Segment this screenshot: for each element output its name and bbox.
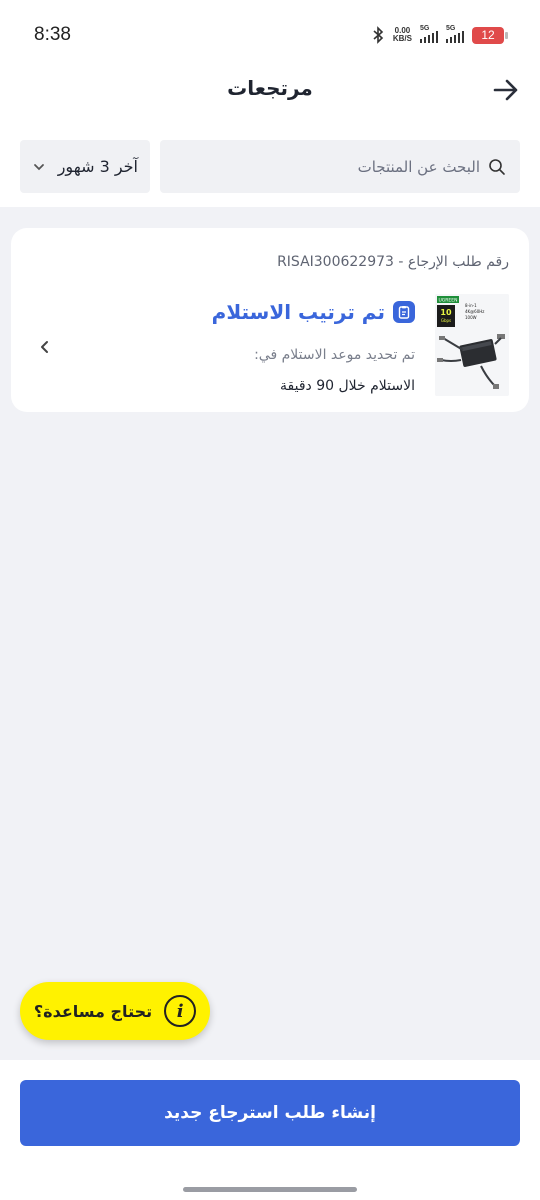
signal-icon: 5G <box>420 25 438 43</box>
filters-bar: آخر 3 شهور <box>0 130 540 207</box>
back-arrow-icon <box>493 79 518 101</box>
product-spec-2: 4K@60Hz <box>465 309 484 314</box>
product-badge-sub: Gbps <box>441 318 451 323</box>
clipboard-icon <box>393 301 415 323</box>
return-status: تم ترتيب الاستلام <box>212 300 415 324</box>
app-header: مرتجعات <box>0 70 540 130</box>
search-input[interactable] <box>180 157 480 176</box>
search-icon <box>489 158 505 175</box>
help-button[interactable]: i تحتاج مساعدة؟ <box>20 982 210 1040</box>
battery-icon: 12 <box>472 26 508 44</box>
status-title: تم ترتيب الاستلام <box>211 300 385 324</box>
signal-2-label: 5G <box>446 25 456 32</box>
page-title: مرتجعات <box>227 76 313 100</box>
signal-1-label: 5G <box>420 25 430 32</box>
status-icons: 0.00 KB/S 5G 5G 12 <box>371 25 508 44</box>
status-subtitle: تم تحديد موعد الاستلام في: <box>254 347 415 363</box>
return-card[interactable]: رقم طلب الإرجاع - RISAI300622973 UGREEN … <box>11 228 529 412</box>
bluetooth-icon <box>373 26 384 44</box>
network-speed: 0.00 KB/S <box>393 27 412 43</box>
product-spec-1: 8-in-1 <box>465 303 477 308</box>
product-spec-3: 100W <box>465 315 477 320</box>
product-badge-main: 10 <box>440 308 452 317</box>
return-request-id: رقم طلب الإرجاع - RISAI300622973 <box>277 254 509 270</box>
info-icon: i <box>164 995 197 1027</box>
search-box[interactable] <box>160 140 520 193</box>
product-brand: UGREEN <box>439 298 458 304</box>
status-bar: 8:38 0.00 KB/S 5G 5G 12 <box>0 0 540 70</box>
status-time: 8:38 <box>34 24 71 45</box>
network-speed-unit: KB/S <box>392 34 412 43</box>
period-select[interactable]: آخر 3 شهور <box>20 140 150 193</box>
period-select-label: آخر 3 شهور <box>57 157 138 176</box>
signal-icon: 5G <box>446 25 464 43</box>
home-indicator[interactable] <box>183 1187 357 1192</box>
product-image: UGREEN 10 Gbps 8-in-1 4K@60Hz 100W <box>435 294 509 396</box>
bottom-bar: إنشاء طلب استرجاع جديد <box>0 1060 540 1200</box>
help-label: تحتاج مساعدة؟ <box>33 1001 153 1021</box>
create-return-button[interactable]: إنشاء طلب استرجاع جديد <box>20 1080 520 1146</box>
chevron-down-icon <box>34 163 44 170</box>
returns-list: رقم طلب الإرجاع - RISAI300622973 UGREEN … <box>0 207 540 1060</box>
chevron-left-icon <box>41 341 48 353</box>
status-detail: الاستلام خلال 90 دقيقة <box>280 378 415 394</box>
back-button[interactable] <box>490 74 522 106</box>
